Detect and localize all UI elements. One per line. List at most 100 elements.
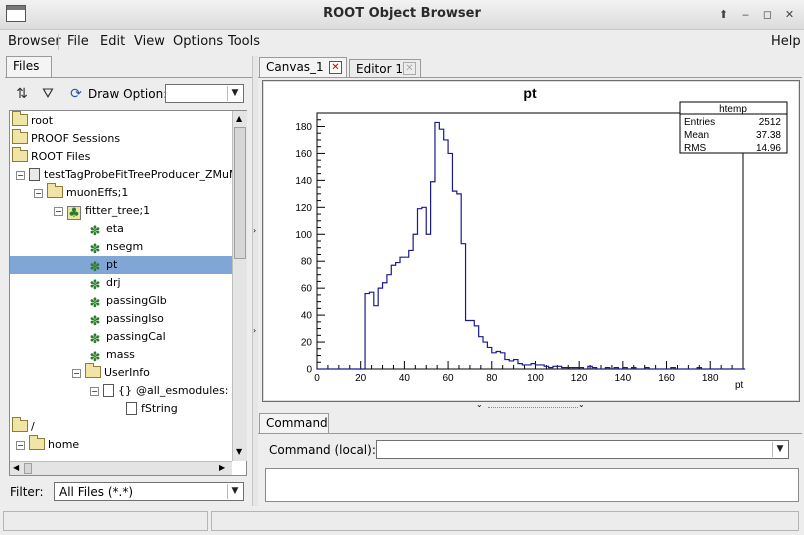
collapse-icon[interactable]: − [34, 189, 43, 198]
scroll-down-icon[interactable]: ▼ [236, 447, 242, 456]
stats-entries-label: Entries [684, 117, 715, 128]
stats-rms-value: 14.96 [756, 143, 781, 154]
scroll-up-icon[interactable]: ▲ [236, 114, 242, 123]
tab-underline [258, 77, 802, 78]
tree-item-passingiso[interactable]: ✽ passingIso [88, 310, 164, 329]
stats-name: htemp [719, 104, 747, 115]
collapse-down-icon[interactable]: ⌄ [578, 400, 585, 409]
refresh-icon[interactable]: ⟳ [66, 84, 86, 104]
move-up-icon[interactable]: ⬆ [716, 7, 731, 22]
collapse-up-icon[interactable]: ⌄ [476, 400, 483, 409]
collapse-icon[interactable]: − [72, 369, 81, 378]
tree-item-eta[interactable]: ✽ eta [88, 220, 124, 239]
tree-item-filesystem-root[interactable]: / [12, 417, 35, 436]
tree-item-fitter-tree[interactable]: − ♣ fitter_tree;1 [54, 202, 150, 221]
menu-options[interactable]: Options [173, 34, 223, 49]
tree-item-muoneffs[interactable]: − muonEffs;1 [34, 183, 128, 202]
file-tree: root PROOF Sessions ROOT Files − testTagP… [10, 111, 232, 461]
collapse-icon[interactable]: − [16, 171, 25, 180]
tree-item-root-file[interactable]: −testTagProbeFitTreeProducer_ZMuMu.r [16, 166, 232, 184]
y-tick-label: 120 [295, 203, 312, 214]
folder-icon [12, 147, 28, 162]
tab-canvas-1[interactable]: Canvas_1 ✕ [259, 57, 347, 77]
window-title: ROOT Object Browser [323, 6, 481, 21]
menu-bar: Browser File Edit View Options Tools Hel… [0, 31, 804, 53]
y-tick-label: 160 [295, 149, 312, 160]
maximize-icon[interactable]: ◻ [760, 7, 775, 22]
chart-title: pt [523, 85, 537, 101]
canvas[interactable]: pt 0 20 40 60 80 100 120 140 160 180 0 20 40 60 80 100 1… [262, 80, 800, 402]
tree-item-passingcal[interactable]: ✽ passingCal [88, 328, 166, 347]
menu-file[interactable]: File [67, 34, 89, 49]
folder-icon [12, 111, 28, 126]
filter-value: All Files (*.*) [59, 485, 134, 499]
leaf-icon: ✽ [89, 278, 101, 293]
tree-item-root-files[interactable]: ROOT Files [12, 147, 90, 166]
collapse-icon[interactable]: − [90, 387, 99, 396]
tree-item-all-esmodules[interactable]: −{}@all_esmodules: vs [90, 382, 232, 400]
y-tick-label: 0 [306, 365, 312, 376]
tree-item-mass[interactable]: ✽ mass [88, 346, 135, 365]
tree-vertical-scrollbar[interactable]: ▲ ▼ [232, 111, 247, 461]
leaf-icon: ✽ [89, 314, 101, 329]
scroll-left-icon[interactable]: ◀ [13, 463, 19, 472]
x-tick-label: 160 [658, 373, 675, 384]
stats-rms-label: RMS [684, 143, 707, 154]
tab-command[interactable]: Command [259, 413, 329, 433]
minimize-icon[interactable]: ‒ [738, 7, 753, 22]
filter-combo[interactable]: All Files (*.*) ▼ [54, 482, 244, 501]
tab-underline [258, 433, 802, 434]
collapse-right-icon[interactable]: › [253, 326, 256, 335]
menu-browser[interactable]: Browser [8, 34, 61, 49]
close-icon[interactable]: ✕ [329, 61, 342, 74]
draw-option-combo[interactable]: ▼ [165, 84, 244, 103]
command-output [265, 468, 799, 502]
tree-item-proof-sessions[interactable]: PROOF Sessions [12, 129, 120, 148]
x-tick-label: 20 [355, 373, 367, 384]
menu-view[interactable]: View [134, 34, 165, 49]
x-tick-label: 140 [615, 373, 632, 384]
chevron-down-icon[interactable]: ▼ [772, 442, 787, 457]
tree-item-userinfo[interactable]: − UserInfo [72, 363, 150, 382]
folder-icon [12, 417, 28, 432]
tree-item-fstring[interactable]: fString [126, 400, 178, 418]
tree-item-drj[interactable]: ✽ drj [88, 274, 121, 293]
menu-tools[interactable]: Tools [228, 34, 260, 49]
scroll-right-icon[interactable]: ▶ [219, 463, 225, 472]
menu-edit[interactable]: Edit [100, 34, 125, 49]
list-icon [103, 384, 114, 397]
sort-az-icon[interactable]: ⇅ [12, 84, 32, 104]
leaf-icon: ✽ [89, 296, 101, 311]
braces-icon: {} [118, 384, 132, 397]
tree-item-passingglb[interactable]: ✽ passingGlb [88, 292, 167, 311]
close-icon[interactable]: ✕ [403, 62, 416, 75]
tree-item-pt[interactable]: ✽ pt [10, 256, 232, 275]
menu-help[interactable]: Help [771, 34, 801, 49]
horizontal-splitter[interactable]: ⌄ ⌄ [258, 400, 802, 411]
filter-icon[interactable]: ⛛ [38, 84, 58, 104]
close-window-icon[interactable]: ✕ [782, 7, 797, 22]
y-tick-label: 180 [295, 122, 312, 133]
tab-files[interactable]: Files [6, 56, 52, 78]
collapse-left-icon[interactable]: › [253, 226, 256, 235]
tree-horizontal-scrollbar[interactable]: ◀ ▶ [10, 461, 232, 475]
document-icon [126, 402, 137, 415]
vertical-splitter[interactable]: › › [252, 56, 258, 506]
chevron-down-icon[interactable]: ▼ [227, 86, 242, 101]
folder-icon [47, 183, 63, 198]
stats-mean-value: 37.38 [756, 130, 781, 141]
chevron-down-icon[interactable]: ▼ [227, 484, 242, 499]
tab-editor-1[interactable]: Editor 1 ✕ [349, 59, 421, 77]
window-titlebar: ROOT Object Browser ⬆ ‒ ◻ ✕ [0, 0, 804, 30]
tree-item-nsegm[interactable]: ✽ nsegm [88, 238, 144, 257]
file-tree-panel: root PROOF Sessions ROOT Files − testTagP… [9, 110, 247, 476]
tree-item-home[interactable]: − home [16, 435, 79, 454]
histogram-chart: pt 0 20 40 60 80 100 120 140 160 180 0 20 40 60 80 100 1… [264, 82, 798, 400]
command-input[interactable]: ▼ [376, 440, 789, 459]
hscroll-thumb[interactable] [24, 463, 32, 474]
tree-item-root[interactable]: root [12, 111, 53, 130]
y-tick-label: 20 [301, 338, 313, 349]
collapse-icon[interactable]: − [16, 441, 25, 450]
scrollbar-thumb[interactable] [234, 127, 246, 259]
collapse-icon[interactable]: − [54, 207, 63, 216]
